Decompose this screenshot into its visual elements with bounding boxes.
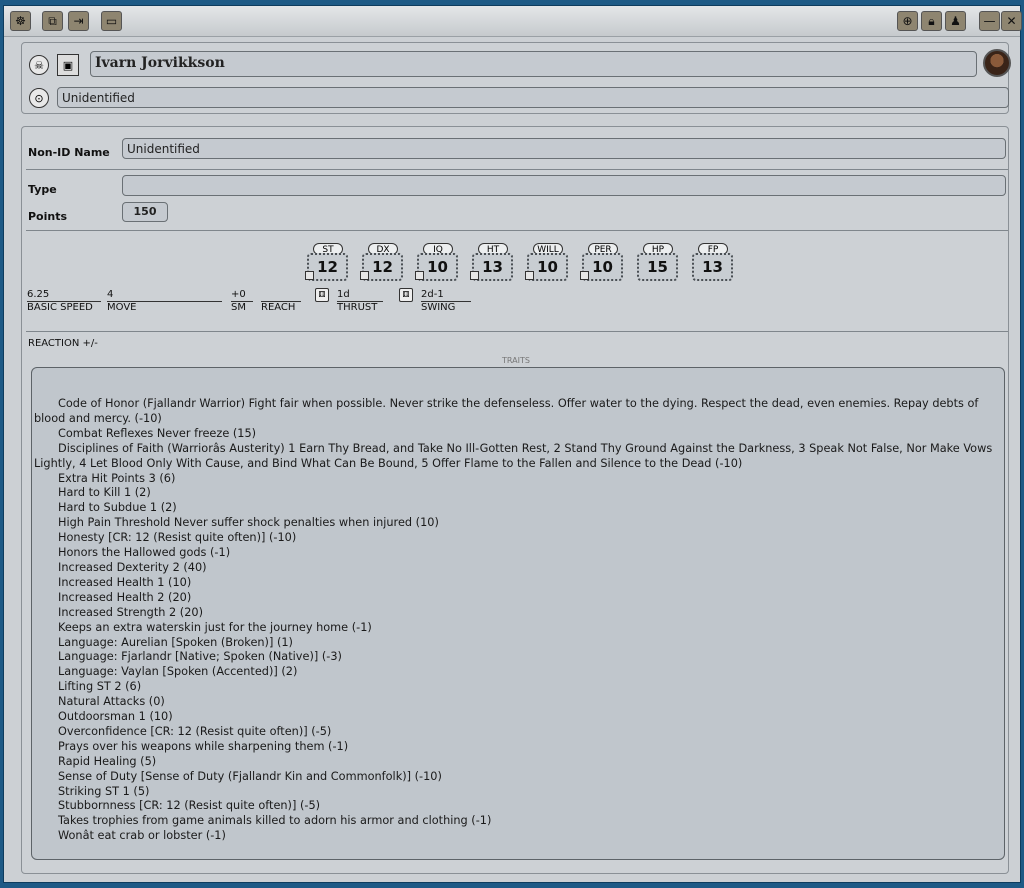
trait-item[interactable]: Code of Honor (Fjallandr Warrior) Fight … — [34, 397, 996, 427]
export-icon[interactable]: ⇥ — [68, 11, 89, 31]
trait-item[interactable]: Takes trophies from game animals killed … — [34, 814, 996, 829]
identify-icon[interactable]: ⊙ — [29, 88, 49, 108]
sm-value[interactable]: +0 — [231, 289, 253, 302]
stat-iq[interactable]: IQ 10 — [415, 243, 460, 281]
trait-item[interactable]: Rapid Healing (5) — [34, 755, 996, 770]
stat-value[interactable]: 13 — [692, 253, 733, 281]
die-icon[interactable] — [470, 271, 479, 280]
identity-field[interactable]: Unidentified — [57, 87, 1009, 108]
die-icon[interactable] — [415, 271, 424, 280]
stat-will[interactable]: WILL 10 — [525, 243, 570, 281]
trait-item[interactable]: Language: Aurelian [Spoken (Broken)] (1) — [34, 636, 996, 651]
move-value[interactable]: 4 — [107, 289, 222, 302]
stat-fp[interactable]: FP 13 — [690, 243, 735, 281]
trait-item[interactable]: Outdoorsman 1 (10) — [34, 710, 996, 725]
stat-value[interactable]: 15 — [637, 253, 678, 281]
die-icon[interactable] — [525, 271, 534, 280]
basic-speed-value[interactable]: 6.25 — [27, 289, 101, 302]
avatar[interactable] — [983, 49, 1011, 77]
thrust-dice-icon[interactable]: ⚅ — [315, 288, 329, 302]
divider — [26, 169, 1008, 170]
portrait-icon[interactable]: ▣ — [57, 54, 79, 76]
copy-icon[interactable]: ⧉ — [42, 11, 63, 31]
points-field[interactable]: 150 — [122, 202, 168, 222]
trait-item[interactable]: Increased Strength 2 (20) — [34, 606, 996, 621]
trait-item[interactable]: Language: Fjarlandr [Native; Spoken (Nat… — [34, 650, 996, 665]
character-window: ☸ ⧉ ⇥ ▭ ⊕ 🔒︎ ♟ — ✕ ☠ ▣ Ivarn Jorvikkson … — [3, 5, 1022, 883]
die-icon[interactable] — [580, 271, 589, 280]
title-bar: ☸ ⧉ ⇥ ▭ ⊕ 🔒︎ ♟ — ✕ — [4, 6, 1022, 37]
stat-ht[interactable]: HT 13 — [470, 243, 515, 281]
divider — [26, 230, 1008, 231]
sm-label: SM — [231, 302, 246, 313]
trait-item[interactable]: Stubbornness [CR: 12 (Resist quite often… — [34, 799, 996, 814]
swing-dice-icon[interactable]: ⚅ — [399, 288, 413, 302]
die-icon[interactable] — [360, 271, 369, 280]
trait-item[interactable]: Prays over his weapons while sharpening … — [34, 740, 996, 755]
lock-icon[interactable]: 🔒︎ — [921, 11, 942, 31]
character-name-field[interactable]: Ivarn Jorvikkson — [90, 51, 977, 77]
stat-hp[interactable]: HP 15 — [635, 243, 680, 281]
trait-item[interactable]: Disciplines of Faith (Warriorâs Austerit… — [34, 442, 996, 472]
divider — [26, 331, 1008, 332]
trait-item[interactable]: High Pain Threshold Never suffer shock p… — [34, 516, 996, 531]
trait-item[interactable]: Natural Attacks (0) — [34, 695, 996, 710]
trait-item[interactable]: Sense of Duty [Sense of Duty (Fjallandr … — [34, 770, 996, 785]
points-label: Points — [28, 210, 68, 223]
traits-list[interactable]: Code of Honor (Fjallandr Warrior) Fight … — [31, 367, 1005, 860]
trait-item[interactable]: Increased Dexterity 2 (40) — [34, 561, 996, 576]
stat-st[interactable]: ST 12 — [305, 243, 350, 281]
type-field[interactable] — [122, 175, 1006, 196]
nonid-name-field[interactable]: Unidentified — [122, 138, 1006, 159]
reach-value[interactable] — [261, 289, 301, 302]
trait-item[interactable]: Increased Health 1 (10) — [34, 576, 996, 591]
trait-item[interactable]: Increased Health 2 (20) — [34, 591, 996, 606]
trait-item[interactable]: Language: Vaylan [Spoken (Accented)] (2) — [34, 665, 996, 680]
trait-item[interactable]: Striking ST 1 (5) — [34, 785, 996, 800]
nonid-name-label: Non-ID Name — [28, 146, 110, 159]
die-icon[interactable] — [305, 271, 314, 280]
skull-icon[interactable]: ☠ — [29, 55, 49, 75]
traits-header: TRAITS — [502, 356, 530, 365]
header-panel: ☠ ▣ Ivarn Jorvikkson ⊙ Unidentified — [21, 42, 1009, 114]
trait-item[interactable]: Keeps an extra waterskin just for the jo… — [34, 621, 996, 636]
thrust-label: THRUST — [337, 302, 378, 313]
basic-speed-label: BASIC SPEED — [27, 302, 93, 313]
trait-item[interactable]: Hard to Subdue 1 (2) — [34, 501, 996, 516]
reaction-label: REACTION +/- — [28, 338, 98, 349]
trait-item[interactable]: Lifting ST 2 (6) — [34, 680, 996, 695]
search-icon[interactable]: ⊕ — [897, 11, 918, 31]
close-icon[interactable]: ✕ — [1001, 11, 1022, 31]
type-label: Type — [28, 183, 57, 196]
reach-label: REACH — [261, 302, 296, 313]
thrust-value[interactable]: 1d — [337, 289, 383, 302]
app-menu-icon[interactable]: ☸ — [10, 11, 31, 31]
move-label: MOVE — [107, 302, 137, 313]
swing-value[interactable]: 2d-1 — [421, 289, 471, 302]
trait-item[interactable]: Honors the Hallowed gods (-1) — [34, 546, 996, 561]
trait-item[interactable]: Hard to Kill 1 (2) — [34, 486, 996, 501]
trait-item[interactable]: Overconfidence [CR: 12 (Resist quite oft… — [34, 725, 996, 740]
chat-icon[interactable]: ▭ — [101, 11, 122, 31]
traits-text: Code of Honor (Fjallandr Warrior) Fight … — [34, 397, 996, 844]
stat-dx[interactable]: DX 12 — [360, 243, 405, 281]
trait-item[interactable]: Extra Hit Points 3 (6) — [34, 472, 996, 487]
trait-item[interactable]: Wonât eat crab or lobster (-1) — [34, 829, 996, 844]
stat-per[interactable]: PER 10 — [580, 243, 625, 281]
trait-item[interactable]: Combat Reflexes Never freeze (15) — [34, 427, 996, 442]
trait-item[interactable]: Honesty [CR: 12 (Resist quite often)] (-… — [34, 531, 996, 546]
party-icon[interactable]: ♟ — [945, 11, 966, 31]
swing-label: SWING — [421, 302, 456, 313]
minimize-icon[interactable]: — — [979, 11, 1000, 31]
